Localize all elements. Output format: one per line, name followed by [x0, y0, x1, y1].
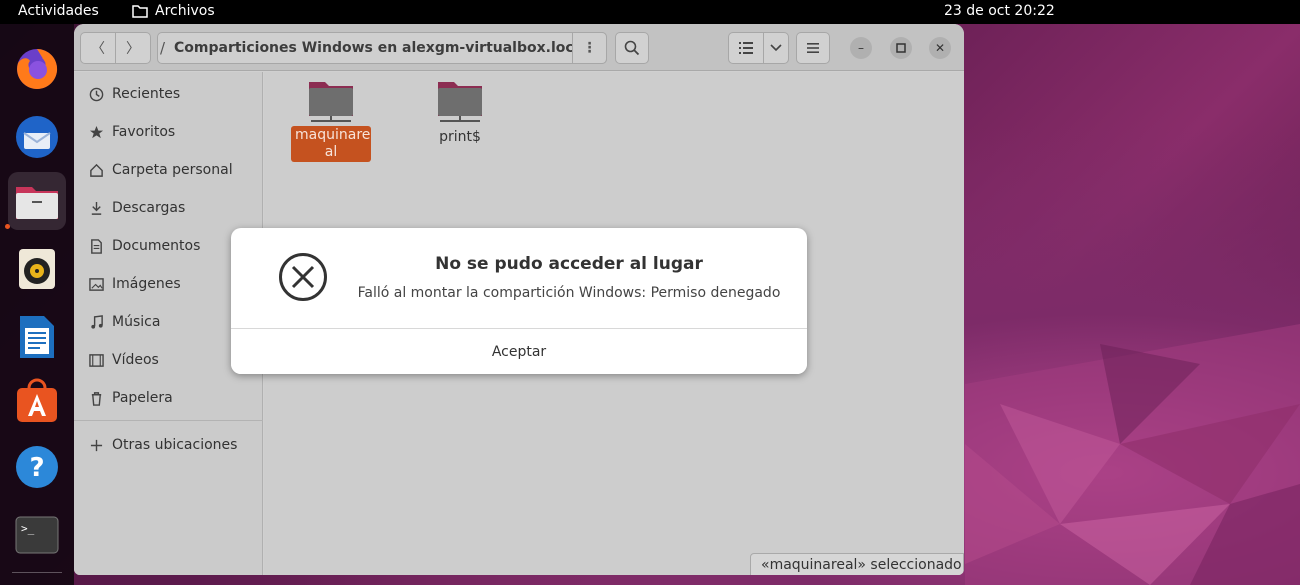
network-folder-icon: [436, 80, 484, 126]
close-button[interactable]: ✕: [929, 37, 951, 59]
dialog-message: Falló al montar la compartición Windows:…: [357, 285, 781, 301]
libreoffice-writer-icon[interactable]: [8, 308, 66, 366]
search-button[interactable]: [615, 32, 649, 64]
terminal-icon[interactable]: >_: [8, 506, 66, 564]
app-menu-label: Archivos: [155, 3, 215, 19]
network-folder-icon: [307, 80, 355, 126]
accept-button[interactable]: Aceptar: [231, 329, 807, 374]
sidebar-item-label: Otras ubicaciones: [112, 437, 238, 453]
search-icon: [624, 40, 640, 56]
sidebar-item-carpeta-personal[interactable]: Carpeta personal: [74, 153, 263, 187]
document-icon: [88, 238, 104, 254]
sidebar-item-label: Carpeta personal: [112, 162, 233, 178]
svg-text:>_: >_: [21, 522, 35, 535]
activities-button[interactable]: Actividades: [18, 3, 99, 19]
path-current-location[interactable]: Comparticiones Windows en alexgm-virtual…: [174, 40, 588, 56]
maximize-button[interactable]: [890, 37, 912, 59]
file-item-maquinareal[interactable]: maquinare al: [288, 80, 374, 162]
help-icon[interactable]: ?: [8, 438, 66, 496]
close-icon: ✕: [934, 41, 946, 55]
music-icon: [88, 314, 104, 330]
video-icon: [88, 352, 104, 368]
sidebar-item-papelera[interactable]: Papelera: [74, 381, 263, 415]
list-view-icon: [739, 42, 753, 54]
sidebar-item-label: Documentos: [112, 238, 201, 254]
vertical-dots-icon: ⋮: [582, 40, 597, 56]
sidebar-item-descargas[interactable]: Descargas: [74, 191, 263, 225]
sidebar-item-label: Vídeos: [112, 352, 159, 368]
file-label: print$: [439, 129, 481, 145]
error-dialog: No se pudo acceder al lugar Falló al mon…: [231, 228, 807, 374]
file-label: maquinare al: [291, 126, 371, 162]
minimize-icon: –: [858, 41, 864, 55]
file-item-print[interactable]: print$: [417, 80, 503, 147]
chevron-right-icon: 〉: [126, 41, 140, 57]
header-bar: 〈 〉 / Comparticiones Windows en alexgm-v…: [74, 24, 964, 71]
sidebar-item-favoritos[interactable]: Favoritos: [74, 115, 263, 149]
dock: ? >_: [0, 24, 74, 585]
main-menu-button[interactable]: [796, 32, 830, 64]
path-menu-button[interactable]: ⋮: [572, 32, 607, 64]
path-root-separator: /: [160, 39, 166, 57]
sidebar-item-label: Favoritos: [112, 124, 176, 140]
chevron-down-icon: [770, 44, 782, 52]
running-indicator: [5, 224, 10, 229]
image-icon: [88, 276, 104, 292]
thunderbird-icon[interactable]: [8, 108, 66, 166]
folder-icon: [132, 5, 148, 18]
sidebar-item-label: Recientes: [112, 86, 181, 102]
plus-icon: [88, 437, 104, 453]
firefox-icon[interactable]: [8, 40, 66, 98]
sidebar-item-label: Papelera: [112, 390, 173, 406]
sidebar-item-label: Música: [112, 314, 161, 330]
clock[interactable]: 23 de oct 20:22: [944, 3, 1055, 19]
dock-separator: [12, 572, 62, 573]
rhythmbox-icon[interactable]: [8, 240, 66, 298]
chevron-left-icon: 〈: [91, 41, 105, 57]
top-bar: Actividades Archivos 23 de oct 20:22: [0, 0, 1300, 24]
forward-button[interactable]: 〉: [115, 32, 151, 64]
sidebar-item-label: Imágenes: [112, 276, 181, 292]
star-icon: [88, 124, 104, 140]
view-list-button[interactable]: [728, 32, 764, 64]
maximize-icon: [896, 43, 906, 53]
back-button[interactable]: 〈: [80, 32, 116, 64]
svg-text:?: ?: [29, 453, 44, 483]
sidebar-item-otras-ubicaciones[interactable]: Otras ubicaciones: [74, 428, 263, 462]
app-menu[interactable]: Archivos: [132, 3, 215, 19]
view-options-button[interactable]: [763, 32, 789, 64]
status-bar: «maquinareal» seleccionado: [750, 553, 964, 575]
software-icon[interactable]: [8, 372, 66, 430]
hamburger-icon: [807, 43, 819, 53]
download-icon: [88, 200, 104, 216]
clock-icon: [88, 86, 104, 102]
sidebar-separator: [74, 420, 263, 421]
sidebar-item-recientes[interactable]: Recientes: [74, 77, 263, 111]
files-icon[interactable]: [8, 172, 66, 230]
trash-icon: [88, 390, 104, 406]
minimize-button[interactable]: –: [850, 37, 872, 59]
dialog-title: No se pudo acceder al lugar: [435, 254, 703, 274]
path-bar[interactable]: / Comparticiones Windows en alexgm-virtu…: [157, 32, 607, 64]
home-icon: [88, 162, 104, 178]
sidebar-item-label: Descargas: [112, 200, 186, 216]
